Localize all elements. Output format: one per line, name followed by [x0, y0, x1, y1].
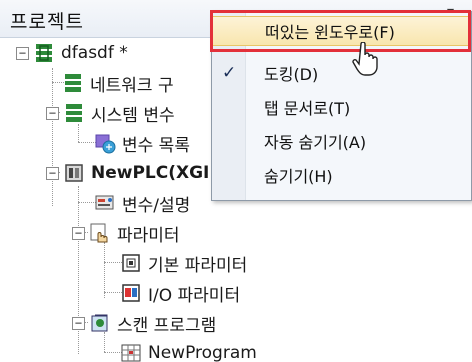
menu-item-label: 탭 문서로(T) [264, 99, 351, 118]
project-network-icon [33, 42, 55, 64]
menu-item-label: 숨기기(H) [264, 167, 333, 186]
io-parameter-icon [120, 282, 142, 304]
menu-item-label: 자동 숨기기(A) [264, 133, 367, 152]
tree-item-parameters[interactable]: − 파라미터 [72, 218, 180, 248]
tree-item-label: 파라미터 [117, 225, 180, 246]
tree-item-label: NewProgram [148, 343, 257, 362]
menu-item-label: 도킹(D) [264, 65, 319, 84]
menu-item-hide[interactable]: 숨기기(H) [212, 160, 471, 190]
program-icon [120, 342, 142, 362]
tree-item-label: 변수/설명 [122, 195, 191, 216]
tree-item-label: 변수 목록 [122, 135, 190, 156]
scan-program-icon [89, 312, 111, 334]
collapse-icon[interactable]: − [46, 166, 59, 180]
check-icon: ✓ [222, 63, 237, 83]
menu-item-tabbed-document[interactable]: 탭 문서로(T) [212, 92, 471, 122]
tree-item-project[interactable]: − dfasdf * [16, 38, 128, 68]
tree-item-system-variables[interactable]: − 시스템 변수 [46, 98, 175, 128]
tree-item-variable-description[interactable]: 변수/설명 [94, 188, 190, 218]
system-variables-icon [63, 102, 85, 124]
menu-item-docking[interactable]: ✓ 도킹(D) [212, 58, 471, 88]
menu-item-auto-hide[interactable]: 자동 숨기기(A) [212, 126, 471, 156]
hand-pointer-cursor-icon [352, 42, 378, 76]
parameter-hand-icon [89, 222, 111, 244]
collapse-icon[interactable]: − [72, 316, 85, 330]
tree-item-network[interactable]: 네트워크 구 [62, 68, 174, 98]
tree-item-label: 시스템 변수 [91, 105, 175, 126]
tree-item-label: 기본 파라미터 [148, 255, 248, 276]
network-icon [62, 72, 84, 94]
tree-item-label: dfasdf * [61, 43, 128, 63]
collapse-icon[interactable]: − [46, 106, 59, 120]
tree-item-basic-parameters[interactable]: 기본 파라미터 [120, 248, 247, 278]
variable-description-icon [94, 192, 116, 214]
collapse-icon[interactable]: − [16, 46, 29, 60]
tree-item-variable-list[interactable]: 변수 목록 [94, 128, 190, 158]
variable-list-icon [94, 132, 116, 154]
panel-title: 프로젝트 [10, 11, 84, 33]
collapse-icon[interactable]: − [72, 226, 85, 240]
plc-icon [63, 162, 85, 184]
tree-item-plc[interactable]: − NewPLC(XGI [46, 158, 209, 188]
highlight-annotation-box [210, 10, 471, 52]
tree-item-io-parameters[interactable]: I/O 파라미터 [120, 278, 240, 308]
project-panel: 프로젝트 ▾ − dfasdf * [0, 0, 472, 362]
tree-item-label: 네트워크 구 [90, 75, 174, 96]
tree-item-new-program[interactable]: NewProgram [120, 338, 257, 362]
basic-parameter-icon [120, 252, 142, 274]
tree-item-label: NewPLC(XGI [91, 163, 210, 183]
tree-item-label: 스캔 프로그램 [117, 315, 217, 336]
tree-item-label: I/O 파라미터 [148, 285, 241, 306]
tree-item-scan-program[interactable]: − 스캔 프로그램 [72, 308, 216, 338]
